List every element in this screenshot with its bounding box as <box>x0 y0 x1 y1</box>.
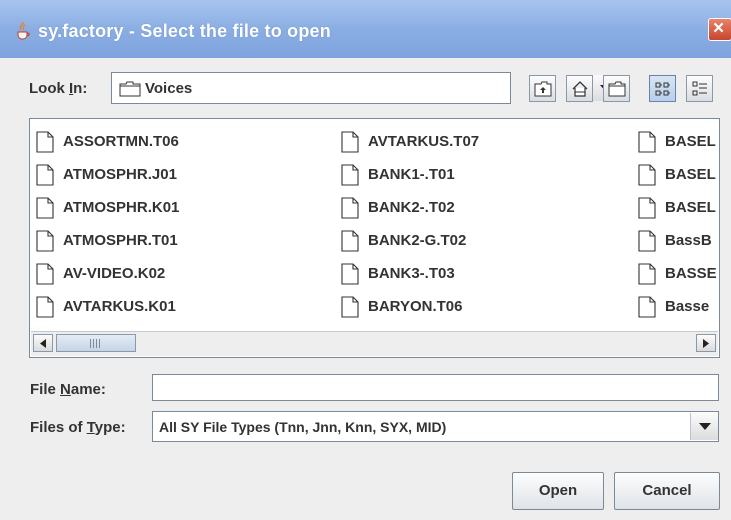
file-name-input[interactable] <box>152 374 719 401</box>
scroll-left-button[interactable] <box>33 334 53 352</box>
arrow-left-icon <box>40 339 46 348</box>
file-icon <box>638 263 656 285</box>
file-name-text: ATMOSPHR.J01 <box>63 166 177 183</box>
close-icon: × <box>713 18 725 39</box>
list-view-icon <box>655 82 670 96</box>
file-icon <box>341 296 359 318</box>
file-icon <box>638 131 656 153</box>
files-of-type-label-prefix: Files of <box>30 419 87 436</box>
file-icon <box>638 296 656 318</box>
up-folder-icon <box>534 81 552 97</box>
file-name-text: BASEL <box>665 166 716 183</box>
file-icon <box>36 230 54 252</box>
file-name-label-suffix: ame: <box>70 381 106 398</box>
file-list[interactable]: ASSORTMN.T06 ATMOSPHR.J01 ATMOSPHR.K01 ATMO… <box>29 118 720 358</box>
file-icon <box>341 131 359 153</box>
new-folder-icon <box>608 81 626 97</box>
file-name-text: AVTARKUS.T07 <box>368 133 480 150</box>
details-view-button[interactable] <box>686 75 713 102</box>
scroll-right-button[interactable] <box>696 334 716 352</box>
file-icon <box>638 230 656 252</box>
file-name-text: ATMOSPHR.T01 <box>63 232 178 249</box>
file-icon <box>36 263 54 285</box>
file-name-label-mnemonic: N <box>60 381 71 398</box>
look-in-label-prefix: Look <box>29 80 69 97</box>
file-icon <box>36 164 54 186</box>
file-name-text: BANK1-.T01 <box>368 166 455 183</box>
chevron-down-icon <box>699 423 711 430</box>
new-folder-button[interactable] <box>603 75 630 102</box>
file-name-text: BANK3-.T03 <box>368 265 455 282</box>
files-of-type-label-suffix: ype: <box>94 419 126 436</box>
scrollbar-thumb[interactable] <box>56 334 136 352</box>
cancel-button[interactable]: Cancel <box>614 472 720 510</box>
window-title: sy.factory - Select the file to open <box>38 21 331 41</box>
file-name-text: BANK2-.T02 <box>368 199 455 216</box>
file-icon <box>36 131 54 153</box>
file-name-text: BASSE <box>665 265 717 282</box>
arrow-right-icon <box>703 339 709 348</box>
file-icon <box>638 164 656 186</box>
look-in-label: Look In: <box>29 80 87 97</box>
file-icon <box>638 197 656 219</box>
home-icon <box>572 81 588 97</box>
files-of-type-value: All SY File Types (Tnn, Jnn, Knn, SYX, M… <box>159 419 447 435</box>
close-button[interactable]: × <box>708 18 731 41</box>
files-of-type-label: Files of Type: <box>30 419 126 436</box>
file-icon <box>341 230 359 252</box>
file-name-label: File Name: <box>30 381 106 398</box>
file-icon <box>36 296 54 318</box>
file-name-text: ASSORTMN.T06 <box>63 133 179 150</box>
list-view-button[interactable] <box>649 75 676 102</box>
file-name-text: BASEL <box>665 199 716 216</box>
file-icon <box>341 197 359 219</box>
horizontal-scrollbar[interactable] <box>31 331 718 356</box>
file-name-text: BassB <box>665 232 712 249</box>
look-in-label-suffix: n: <box>73 80 88 97</box>
java-cup-icon <box>17 22 30 40</box>
up-one-level-button[interactable] <box>529 75 556 102</box>
file-icon <box>341 263 359 285</box>
look-in-dropdown[interactable]: Voices <box>111 72 619 104</box>
open-button[interactable]: Open <box>512 472 604 510</box>
title-bar[interactable]: sy.factory - Select the file to open × <box>0 0 731 58</box>
home-button[interactable] <box>566 75 593 102</box>
files-of-type-dropdown-button[interactable] <box>690 413 718 440</box>
file-name-text: BARYON.T06 <box>368 298 463 315</box>
file-icon <box>341 164 359 186</box>
files-of-type-label-mnemonic: T <box>86 419 95 436</box>
file-name-text: ATMOSPHR.K01 <box>63 199 180 216</box>
files-of-type-dropdown[interactable]: All SY File Types (Tnn, Jnn, Knn, SYX, M… <box>152 411 719 442</box>
look-in-value: Voices <box>145 80 193 97</box>
file-name-text: Basse <box>665 298 710 315</box>
file-icon <box>36 197 54 219</box>
file-name-text: AV-VIDEO.K02 <box>63 265 166 282</box>
grip-icon <box>90 339 100 348</box>
file-open-dialog: sy.factory - Select the file to open × L… <box>0 0 731 520</box>
details-view-icon <box>692 81 707 96</box>
file-name-text: BANK2-G.T02 <box>368 232 467 249</box>
file-name-text: BASEL <box>665 133 716 150</box>
file-name-label-prefix: File <box>30 381 61 398</box>
file-name-text: AVTARKUS.K01 <box>63 298 176 315</box>
folder-icon <box>119 81 141 97</box>
